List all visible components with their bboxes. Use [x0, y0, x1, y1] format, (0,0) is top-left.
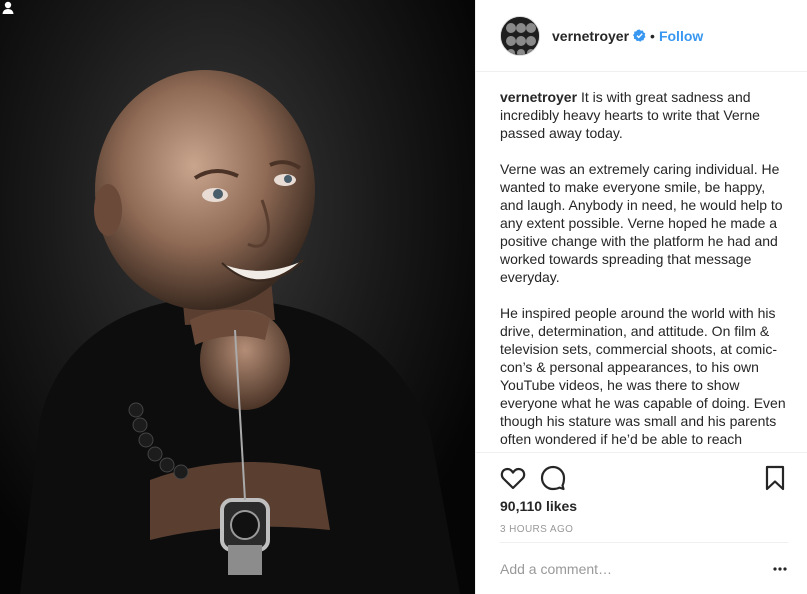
- caption-first-paragraph: vernetroyer It is with great sadness and…: [500, 88, 792, 142]
- portrait-illustration: [20, 70, 460, 594]
- verified-badge-icon: [633, 29, 646, 42]
- post-actions: 90,110 likes 3 HOURS AGO: [476, 452, 807, 594]
- ellipsis-icon[interactable]: [772, 563, 788, 575]
- header-username[interactable]: vernetroyer: [552, 28, 629, 44]
- follow-button[interactable]: Follow: [659, 28, 703, 44]
- comment-input[interactable]: [500, 560, 750, 577]
- avatar-image: [501, 16, 539, 55]
- person-icon[interactable]: [0, 0, 16, 16]
- heart-outline-icon[interactable]: [500, 465, 526, 491]
- caption-scroll-area[interactable]: vernetroyer It is with great sadness and…: [500, 88, 792, 452]
- post-header: vernetroyer • Follow: [476, 0, 807, 72]
- post-photo[interactable]: [0, 0, 475, 594]
- comment-bar: [500, 542, 788, 594]
- like-count[interactable]: 90,110 likes: [500, 498, 577, 514]
- post-sidebar: vernetroyer • Follow vernetroyer It is w…: [475, 0, 807, 594]
- caption-username[interactable]: vernetroyer: [500, 89, 577, 105]
- caption-third-paragraph: He inspired people around the world with…: [500, 305, 786, 447]
- post-timestamp[interactable]: 3 HOURS AGO: [500, 524, 573, 535]
- separator-dot: •: [650, 27, 655, 44]
- avatar[interactable]: [500, 15, 540, 56]
- caption-second-paragraph: Verne was an extremely caring individual…: [500, 161, 783, 285]
- bookmark-outline-icon[interactable]: [764, 465, 786, 491]
- speech-bubble-icon[interactable]: [540, 465, 566, 491]
